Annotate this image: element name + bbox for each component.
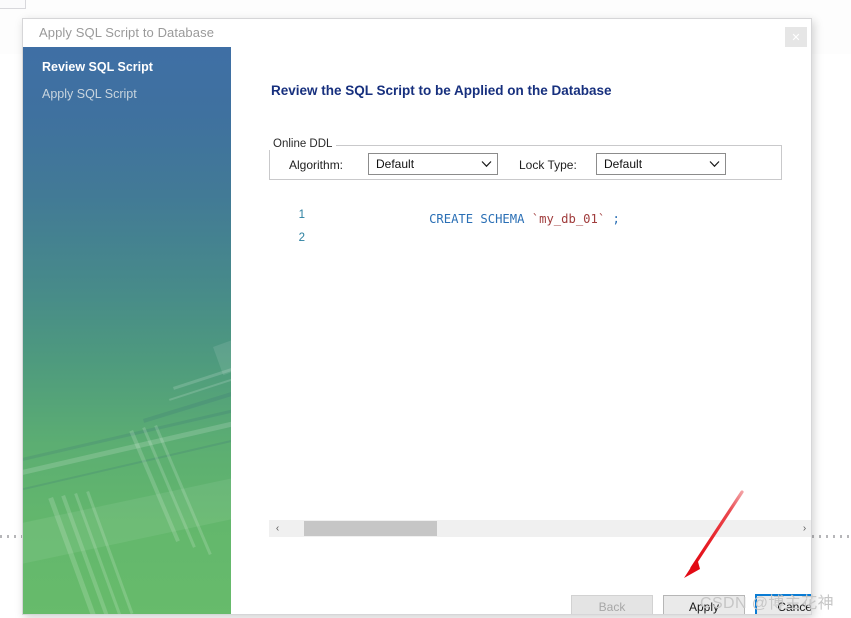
sql-identifier: `my_db_01` [531,212,606,226]
decorative-ray [23,372,231,470]
chevron-down-icon [703,160,725,168]
line-number: 1 [298,209,305,221]
lock-type-select[interactable]: Default [596,153,726,175]
online-ddl-legend: Online DDL [269,138,337,150]
apply-sql-script-dialog: Apply SQL Script to Database ✕ Review SQ… [22,18,812,615]
dialog-titlebar: Apply SQL Script to Database ✕ [23,19,811,49]
lock-type-selected-value: Default [604,157,643,171]
lock-type-label: Lock Type: [519,158,577,172]
scrollbar-thumb[interactable] [304,521,437,536]
dialog-content: Review the SQL Script to be Applied on t… [231,47,811,614]
sidebar-item-apply-sql-script[interactable]: Apply SQL Script [23,81,231,107]
decorative-ray [23,468,231,567]
wizard-sidebar: Review SQL Script Apply SQL Script [23,47,231,614]
back-button[interactable]: Back [571,595,653,614]
watermark-text: CSDN @博主花神 [700,595,835,612]
horizontal-scrollbar[interactable]: ‹ › [269,520,811,537]
scroll-left-arrow-icon[interactable]: ‹ [269,520,286,537]
screen-root: Apply SQL Script to Database ✕ Review SQ… [0,0,851,618]
close-icon[interactable]: ✕ [785,27,807,49]
sidebar-item-review-sql-script[interactable]: Review SQL Script [23,54,231,80]
sql-punctuation: ; [605,212,620,226]
algorithm-selected-value: Default [376,157,415,171]
line-number: 2 [298,232,305,244]
sql-script-editor[interactable]: 1 CREATE SCHEMA `my_db_01` ; 2 [269,187,811,511]
decorative-ray [213,326,231,376]
algorithm-label: Algorithm: [289,158,344,172]
sql-keyword: CREATE SCHEMA [429,212,532,226]
sidebar-item-label: Review SQL Script [42,60,153,74]
sidebar-item-label: Apply SQL Script [42,87,137,101]
scrollbar-track[interactable] [286,520,796,537]
chevron-down-icon [475,160,497,168]
background-corner-box [0,0,26,9]
code-line-content [341,221,429,263]
scroll-right-arrow-icon[interactable]: › [796,520,811,537]
dialog-title: Apply SQL Script to Database [39,25,215,40]
page-title: Review the SQL Script to be Applied on t… [271,83,612,98]
algorithm-select[interactable]: Default [368,153,498,175]
